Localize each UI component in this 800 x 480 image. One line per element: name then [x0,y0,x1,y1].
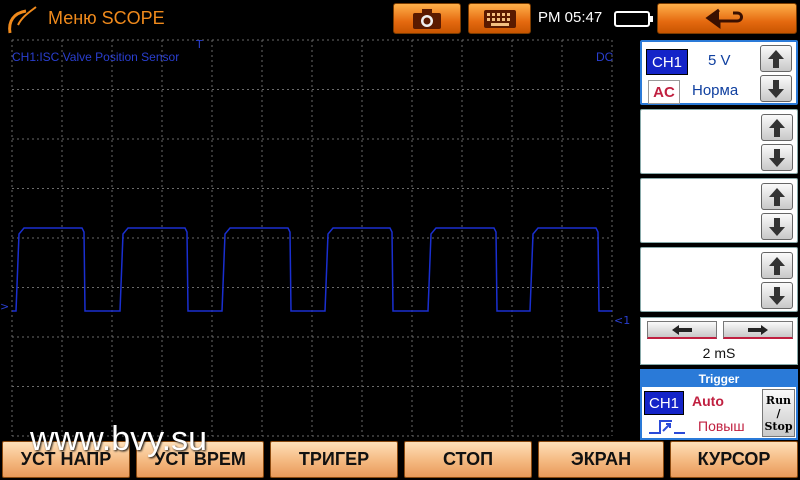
keyboard-button[interactable] [468,3,531,34]
timebase-right-button[interactable] [723,321,793,339]
arrow-down-icon [769,286,785,305]
time-setup-button[interactable]: УСТ ВРЕМ [136,441,264,478]
coupling-badge[interactable]: AC [648,80,680,104]
stop-label: Stop [764,419,793,433]
arrow-right-icon [748,324,768,335]
ch4-down-button[interactable] [761,282,793,309]
arrow-up-icon [769,256,785,275]
channel-3-panel[interactable] [640,178,798,243]
trigger-button[interactable]: ТРИГЕР [270,441,398,478]
volts-down-button[interactable] [760,75,792,102]
screenshot-button[interactable] [393,3,461,34]
cursor-button[interactable]: КУРСОР [670,441,798,478]
arrow-down-icon [768,79,784,98]
ch3-down-button[interactable] [761,213,793,240]
scope-app: Меню SCOPE PM 05:47 CH1:ISC Valve Positi… [0,0,800,480]
channel-1-panel[interactable]: CH1 5 V AC Норма [640,40,798,105]
keyboard-icon [483,9,516,28]
volts-setup-button[interactable]: УСТ НАПР [2,441,130,478]
volts-up-button[interactable] [760,45,792,72]
trigger-header: Trigger [642,371,796,387]
ch2-down-button[interactable] [761,144,793,171]
trigger-position-marker[interactable]: T [196,38,203,51]
ch2-up-button[interactable] [761,114,793,141]
app-title: Меню SCOPE [48,8,165,28]
battery-icon [614,11,653,27]
volts-per-div: 5 V [708,52,731,69]
stop-button[interactable]: СТОП [404,441,532,478]
run-stop-button[interactable]: Run / Stop [762,389,795,437]
arrow-up-icon [769,187,785,206]
coupling-label: DC [596,50,614,64]
arrow-left-icon [672,324,692,335]
clock: PM 05:47 [538,9,603,26]
back-button[interactable] [657,3,797,34]
ch4-up-button[interactable] [761,252,793,279]
screen-button[interactable]: ЭКРАН [538,441,664,478]
title-bar: Меню SCOPE PM 05:47 [0,0,800,38]
timebase-panel: 2 mS [640,317,798,365]
camera-icon [413,8,441,29]
run-stop-separator: / [776,406,781,420]
channel-mode: Норма [692,82,739,99]
rising-edge-icon[interactable] [648,419,686,435]
channel-2-panel[interactable] [640,109,798,174]
timebase-value: 2 mS [702,345,736,361]
app-logo-icon [8,6,37,34]
right-panel: CH1 5 V AC Норма 2 mS Trigger CH1 Auto П… [637,38,800,440]
channel-badge[interactable]: CH1 [646,49,688,75]
bottom-toolbar: УСТ НАПР УСТ ВРЕМ ТРИГЕР СТОП ЭКРАН КУРС… [0,440,800,480]
trigger-level-marker[interactable]: <1 [614,314,630,327]
arrow-up-icon [768,49,784,68]
trigger-panel: Trigger CH1 Auto Повыш Run / Stop [640,369,798,440]
timebase-left-button[interactable] [647,321,717,339]
scope-display[interactable]: CH1:ISC Valve Position Sensor T DC > <1 [0,38,636,440]
trigger-channel[interactable]: CH1 [644,391,684,415]
channel-4-panel[interactable] [640,247,798,312]
back-arrow-icon [705,8,743,29]
ground-level-marker[interactable]: > [0,300,9,313]
trigger-slope[interactable]: Повыш [698,418,745,434]
arrow-up-icon [769,118,785,137]
trigger-mode[interactable]: Auto [692,393,724,409]
run-label: Run [765,393,792,407]
ch3-up-button[interactable] [761,183,793,210]
arrow-down-icon [769,148,785,167]
channel-label: CH1:ISC Valve Position Sensor [12,50,180,64]
arrow-down-icon [769,217,785,236]
scope-grid [11,39,613,437]
